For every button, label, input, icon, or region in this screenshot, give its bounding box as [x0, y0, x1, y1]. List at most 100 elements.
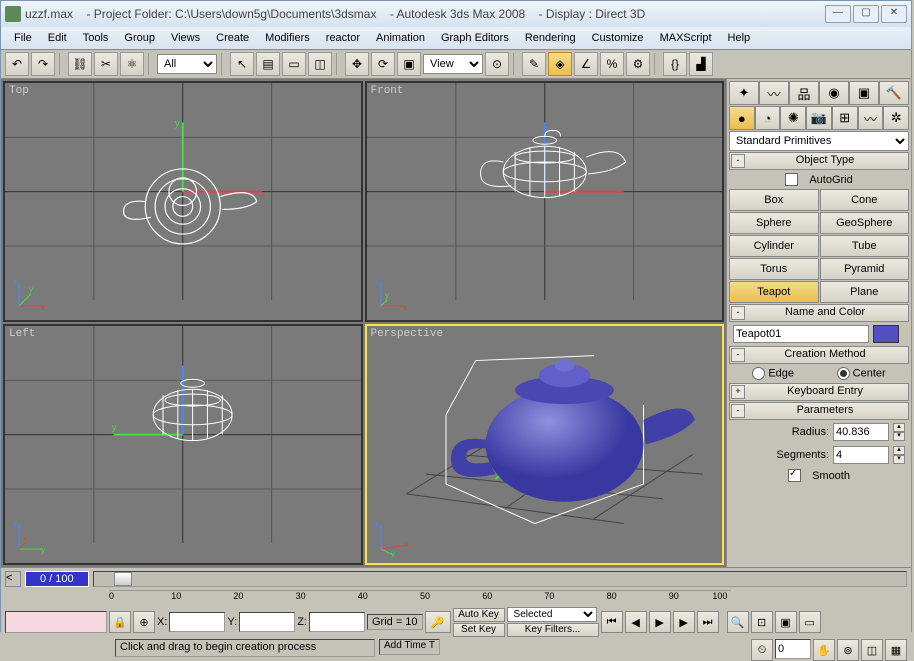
- viewport-front[interactable]: Front zxy: [365, 81, 725, 322]
- close-button[interactable]: ✕: [881, 5, 907, 23]
- viewport-perspective[interactable]: Perspective zxy: [365, 324, 725, 565]
- menu-views[interactable]: Views: [164, 30, 207, 46]
- menu-modifiers[interactable]: Modifiers: [258, 30, 317, 46]
- goto-end-button[interactable]: ⏭: [697, 611, 719, 633]
- goto-start-button[interactable]: ⏮: [601, 611, 623, 633]
- snap-toggle[interactable]: ◈: [548, 52, 572, 76]
- radius-spinner[interactable]: ▴▾: [893, 423, 905, 441]
- redo-button[interactable]: ↷: [31, 52, 55, 76]
- current-frame-input[interactable]: [775, 639, 811, 659]
- named-sets-button[interactable]: {}: [663, 52, 687, 76]
- primitive-torus[interactable]: Torus: [729, 258, 819, 280]
- viewport-top[interactable]: Top x y zxy: [3, 81, 363, 322]
- play-button[interactable]: ▶: [649, 611, 671, 633]
- subtab-systems[interactable]: ✲: [883, 106, 909, 130]
- abs-rel-button[interactable]: ⊕: [133, 611, 155, 633]
- unlink-button[interactable]: ✂: [94, 52, 118, 76]
- maximize-vp-button[interactable]: ▦: [885, 639, 907, 661]
- prev-frame-button[interactable]: ◀: [625, 611, 647, 633]
- subtab-shapes[interactable]: ◔: [755, 106, 781, 130]
- menu-reactor[interactable]: reactor: [319, 30, 367, 46]
- tab-display[interactable]: ▣: [849, 81, 879, 105]
- subtab-lights[interactable]: ✺: [780, 106, 806, 130]
- tab-hierarchy[interactable]: 品: [789, 81, 819, 105]
- undo-button[interactable]: ↶: [5, 52, 29, 76]
- rollout-creationmethod[interactable]: -Creation Method: [729, 346, 909, 364]
- subtab-helpers[interactable]: ⊞: [832, 106, 858, 130]
- menu-edit[interactable]: Edit: [41, 30, 74, 46]
- autokey-button[interactable]: Auto Key: [453, 608, 505, 622]
- maximize-button[interactable]: ▢: [853, 5, 879, 23]
- menu-file[interactable]: File: [7, 30, 39, 46]
- keyfilters-button[interactable]: Key Filters...: [507, 623, 599, 637]
- zoom-region-button[interactable]: ▭: [799, 611, 821, 633]
- select-button[interactable]: ↖: [230, 52, 254, 76]
- segments-input[interactable]: [833, 446, 889, 464]
- rollout-keyboardentry[interactable]: +Keyboard Entry: [729, 383, 909, 401]
- move-button[interactable]: ✥: [345, 52, 369, 76]
- primitive-box[interactable]: Box: [729, 189, 819, 211]
- lock-button[interactable]: 🔒: [109, 611, 131, 633]
- zoom-extents-button[interactable]: ▣: [775, 611, 797, 633]
- scale-button[interactable]: ▣: [397, 52, 421, 76]
- object-name-input[interactable]: [733, 325, 869, 343]
- mirror-button[interactable]: ▟: [689, 52, 713, 76]
- select-region-button[interactable]: ▭: [282, 52, 306, 76]
- subtab-geometry[interactable]: ●: [729, 106, 755, 130]
- primitive-tube[interactable]: Tube: [820, 235, 910, 257]
- zoom-all-button[interactable]: ⊡: [751, 611, 773, 633]
- edge-radio[interactable]: [752, 367, 765, 380]
- segments-spinner[interactable]: ▴▾: [893, 446, 905, 464]
- percent-snap-button[interactable]: %: [600, 52, 624, 76]
- spinner-snap-button[interactable]: ⚙: [626, 52, 650, 76]
- orbit-button[interactable]: ⊚: [837, 639, 859, 661]
- rollout-parameters[interactable]: -Parameters: [729, 402, 909, 420]
- primitive-cylinder[interactable]: Cylinder: [729, 235, 819, 257]
- fov-button[interactable]: ◫: [861, 639, 883, 661]
- viewport-left[interactable]: Left y zyx: [3, 324, 363, 565]
- bind-button[interactable]: ⚛: [120, 52, 144, 76]
- rollout-namecolor[interactable]: -Name and Color: [729, 304, 909, 322]
- menu-maxscript[interactable]: MAXScript: [653, 30, 719, 46]
- window-crossing-button[interactable]: ◫: [308, 52, 332, 76]
- tab-motion[interactable]: ◉: [819, 81, 849, 105]
- primitive-plane[interactable]: Plane: [820, 281, 910, 303]
- keymode-dropdown[interactable]: Selected: [507, 607, 597, 622]
- y-input[interactable]: [239, 612, 295, 632]
- time-slider[interactable]: [93, 571, 907, 587]
- tab-modify[interactable]: 〰: [759, 81, 789, 105]
- radius-input[interactable]: [833, 423, 889, 441]
- primitive-geosphere[interactable]: GeoSphere: [820, 212, 910, 234]
- menu-grapheditors[interactable]: Graph Editors: [434, 30, 516, 46]
- menu-group[interactable]: Group: [117, 30, 162, 46]
- minimize-button[interactable]: —: [825, 5, 851, 23]
- link-button[interactable]: ⛓: [68, 52, 92, 76]
- primitive-pyramid[interactable]: Pyramid: [820, 258, 910, 280]
- manipulate-button[interactable]: ✎: [522, 52, 546, 76]
- rotate-button[interactable]: ⟳: [371, 52, 395, 76]
- key-icon[interactable]: 🔑: [425, 611, 451, 633]
- select-name-button[interactable]: ▤: [256, 52, 280, 76]
- rollout-objecttype[interactable]: -Object Type: [729, 152, 909, 170]
- primitive-teapot[interactable]: Teapot: [729, 281, 819, 303]
- menu-tools[interactable]: Tools: [76, 30, 116, 46]
- selection-filter-dropdown[interactable]: All: [157, 54, 217, 74]
- smooth-checkbox[interactable]: [788, 469, 801, 482]
- menu-create[interactable]: Create: [209, 30, 256, 46]
- category-dropdown[interactable]: Standard Primitives: [729, 131, 909, 151]
- subtab-cameras[interactable]: 📷: [806, 106, 832, 130]
- menu-customize[interactable]: Customize: [585, 30, 651, 46]
- refcoord-dropdown[interactable]: View: [423, 54, 483, 74]
- tab-utilities[interactable]: 🔨: [879, 81, 909, 105]
- primitive-sphere[interactable]: Sphere: [729, 212, 819, 234]
- next-frame-button[interactable]: ▶: [673, 611, 695, 633]
- center-button[interactable]: ⊙: [485, 52, 509, 76]
- menu-animation[interactable]: Animation: [369, 30, 432, 46]
- pan-button[interactable]: ✋: [813, 639, 835, 661]
- z-input[interactable]: [309, 612, 365, 632]
- object-color-swatch[interactable]: [873, 325, 899, 343]
- subtab-spacewarps[interactable]: 〰: [858, 106, 884, 130]
- timeline-expand[interactable]: <: [5, 571, 21, 587]
- angle-snap-button[interactable]: ∠: [574, 52, 598, 76]
- tab-create[interactable]: ✦: [729, 81, 759, 105]
